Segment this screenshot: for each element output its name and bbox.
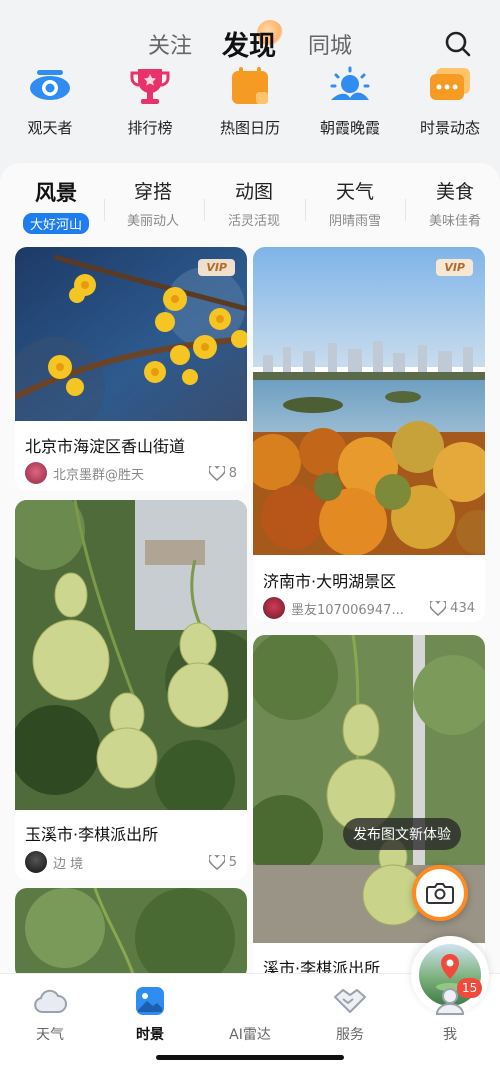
tab-local[interactable]: 同城 [308,28,352,60]
nav-moments[interactable]: 时景 [100,984,200,1044]
photo-icon [133,984,167,1018]
like-count: 434 [450,600,475,616]
category-subtitle: 美味佳肴 [428,214,481,229]
category-title: 天气 [335,181,374,203]
quick-link-ranking[interactable]: 排行榜 [100,64,200,144]
card-meta: 墨友107006947... 434 [263,597,475,619]
messages-icon [428,64,472,108]
category-food[interactable]: 美食 美味佳肴 [405,177,500,229]
nav-label: 服务 [336,1027,364,1043]
card-photo: VIP [15,247,247,421]
nav-label: AI雷达 [229,1027,271,1043]
card-meta: 北京墨群@胜天 8 [25,462,237,484]
handshake-icon [333,984,367,1018]
tab-discover[interactable]: 发现 [222,24,276,63]
vip-badge: VIP [436,259,473,276]
feed-card[interactable] [15,888,247,980]
home-indicator [156,1055,344,1060]
category-tabs: 风景 大好河山 穿搭 美丽动人 动图 活灵活现 天气 阴晴雨雪 美食 美味佳肴 [0,177,500,237]
category-subtitle: 美丽动人 [126,214,179,229]
calendar-icon [228,64,272,108]
bottom-nav: 天气 时景 AI雷达 服务 15 我 [0,936,500,1067]
category-subtitle: 阴晴雨雪 [328,214,381,229]
author-name[interactable]: 北京墨群@胜天 [53,464,201,483]
category-title: 穿搭 [133,181,172,203]
avatar[interactable] [263,597,285,619]
category-outfit[interactable]: 穿搭 美丽动人 [103,177,203,229]
card-photo [15,888,247,980]
card-meta: 边 境 5 [25,851,237,873]
card-title: 济南市·大明湖景区 [263,572,397,591]
heart-icon [208,854,225,870]
card-title: 北京市海淀区香山街道 [25,437,186,456]
feed-card[interactable]: VIP 济南市·大明湖景区 墨友107006947... 434 [253,247,485,622]
nav-me[interactable]: 15 我 [400,978,500,1044]
like-count: 8 [228,465,237,481]
category-title: 风景 [35,181,77,205]
nav-services[interactable]: 服务 [300,984,400,1044]
category-animated[interactable]: 动图 活灵活现 [204,177,304,229]
category-title: 美食 [435,181,474,203]
cloud-icon [33,984,67,1018]
quick-link-label: 时景动态 [419,119,480,137]
card-photo [15,500,247,810]
heart-icon [208,465,225,481]
search-icon[interactable] [442,28,474,60]
nav-label: 天气 [36,1027,64,1043]
like-count: 5 [228,854,237,870]
card-title: 玉溪市·李棋派出所 [25,825,159,844]
tab-follow[interactable]: 关注 [148,28,192,60]
nav-label: 我 [443,1027,457,1043]
author-name[interactable]: 边 境 [53,853,201,872]
sunrise-icon [328,64,372,108]
category-subtitle: 活灵活现 [227,214,280,229]
quick-link-label: 热图日历 [219,119,280,137]
vip-badge: VIP [198,259,235,276]
category-subtitle: 大好河山 [22,213,89,234]
heart-icon [430,600,447,616]
quick-links: 观天者 排行榜 热图日历 朝霞晚霞 时景动态 [0,64,500,144]
like-button[interactable]: 8 [208,465,237,481]
avatar[interactable] [25,851,47,873]
publish-tooltip: 发布图文新体验 [343,818,461,850]
top-tab-bar: 关注 发现 同城 [0,20,500,70]
card-photo: VIP [253,247,485,555]
feed-card[interactable]: VIP 北京市海淀区香山街道 北京墨群@胜天 8 [15,247,247,491]
quick-link-moments[interactable]: 时景动态 [400,64,500,144]
feed-card[interactable]: 溪市·李棋派出所 [253,635,485,980]
quick-link-sunrise[interactable]: 朝霞晚霞 [300,64,400,144]
camera-button[interactable] [412,865,468,921]
author-name[interactable]: 墨友107006947... [291,599,422,618]
category-scenery[interactable]: 风景 大好河山 [6,177,106,234]
like-button[interactable]: 434 [430,600,475,616]
nav-ai-radar[interactable]: AI雷达 [200,936,489,1044]
quick-link-observer[interactable]: 观天者 [0,64,100,144]
nav-label: 时景 [136,1027,164,1043]
camera-icon [426,883,454,904]
feed-card[interactable]: 玉溪市·李棋派出所 边 境 5 [15,500,247,880]
quick-link-label: 朝霞晚霞 [319,119,380,137]
category-title: 动图 [234,181,273,203]
quick-link-label: 排行榜 [127,119,173,137]
quick-link-label: 观天者 [27,119,73,137]
nav-weather[interactable]: 天气 [0,984,100,1044]
notification-badge: 15 [457,978,483,998]
avatar[interactable] [25,462,47,484]
category-weather[interactable]: 天气 阴晴雨雪 [305,177,405,229]
trophy-icon [128,64,172,108]
eye-icon [28,64,72,108]
like-button[interactable]: 5 [208,854,237,870]
quick-link-calendar[interactable]: 热图日历 [200,64,300,144]
